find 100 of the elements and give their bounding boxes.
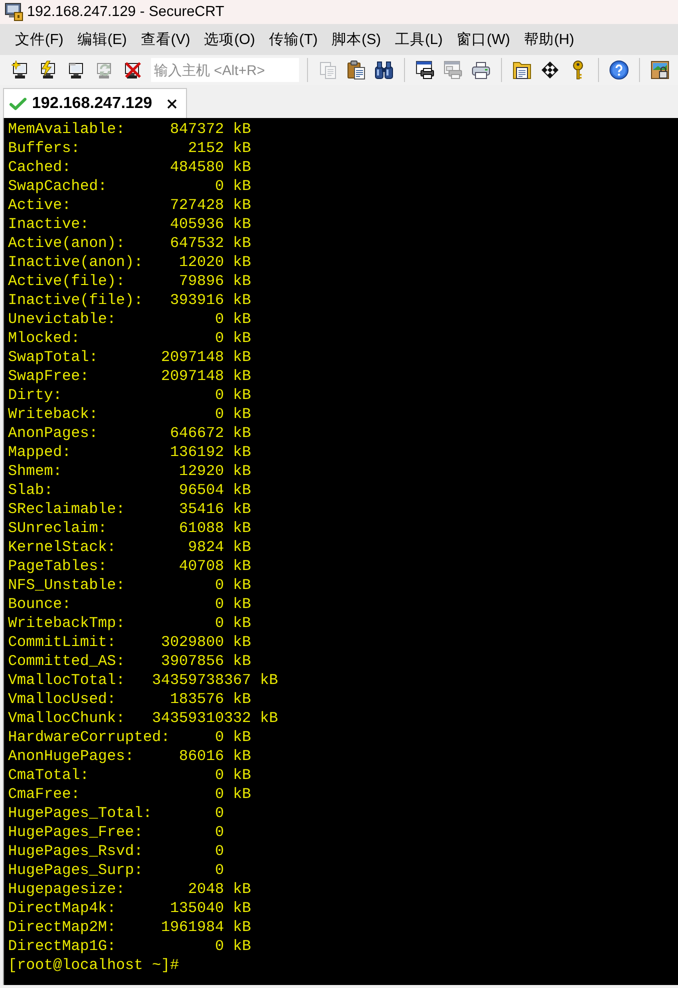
unit-label: kB bbox=[233, 310, 252, 329]
unit-label: kB bbox=[233, 595, 252, 614]
menu-item[interactable]: 帮助(H) bbox=[517, 26, 582, 53]
meminfo-key: Hugepagesize: bbox=[8, 881, 126, 898]
meminfo-value: 183576 bbox=[170, 690, 224, 709]
meminfo-value: 3907856 bbox=[161, 652, 224, 671]
meminfo-key: MemAvailable: bbox=[8, 121, 126, 138]
meminfo-value: 9824 bbox=[188, 538, 224, 557]
meminfo-key: Inactive(anon): bbox=[8, 254, 144, 271]
meminfo-value: 34359310332 bbox=[152, 709, 252, 728]
meminfo-value: 61088 bbox=[179, 519, 224, 538]
menu-item[interactable]: 选项(O) bbox=[197, 26, 262, 53]
meminfo-key: CommitLimit: bbox=[8, 634, 116, 651]
printer-icon bbox=[471, 60, 491, 80]
meminfo-key: Mlocked: bbox=[8, 330, 80, 347]
unit-label: kB bbox=[233, 576, 252, 595]
meminfo-key: HugePages_Free: bbox=[8, 824, 144, 841]
meminfo-value: 2097148 bbox=[161, 348, 224, 367]
folder-document-icon bbox=[512, 60, 532, 80]
meminfo-key: Active: bbox=[8, 197, 72, 214]
meminfo-key: SwapTotal: bbox=[8, 349, 98, 366]
session-tab[interactable]: 192.168.247.129 bbox=[3, 88, 188, 118]
meminfo-value: 2097148 bbox=[161, 367, 224, 386]
unit-label: kB bbox=[233, 462, 252, 481]
unit-label: kB bbox=[233, 500, 252, 519]
meminfo-key: WritebackTmp: bbox=[8, 615, 126, 632]
menu-item[interactable]: 工具(L) bbox=[388, 26, 450, 53]
meminfo-key: AnonHugePages: bbox=[8, 748, 134, 765]
meminfo-key: Shmem: bbox=[8, 463, 62, 480]
menu-item[interactable]: 传输(T) bbox=[262, 26, 325, 53]
meminfo-key: HugePages_Rsvd: bbox=[8, 843, 144, 860]
toolbar-button[interactable] bbox=[413, 58, 437, 82]
toolbar-button[interactable] bbox=[607, 58, 631, 82]
window-printer-icon bbox=[443, 60, 463, 80]
unit-label: kB bbox=[233, 633, 252, 652]
meminfo-value: 0 bbox=[215, 614, 224, 633]
meminfo-key: Inactive(file): bbox=[8, 292, 144, 309]
copy-icon bbox=[318, 60, 338, 80]
meminfo-key: CmaTotal: bbox=[8, 767, 90, 784]
meminfo-value: 0 bbox=[215, 728, 224, 747]
meminfo-value: 86016 bbox=[179, 747, 224, 766]
meminfo-value: 136192 bbox=[170, 443, 224, 462]
window-printer-icon bbox=[415, 60, 435, 80]
unit-label: kB bbox=[233, 652, 252, 671]
unit-label: kB bbox=[233, 557, 252, 576]
close-icon[interactable] bbox=[167, 98, 178, 108]
meminfo-value: 34359738367 bbox=[152, 671, 252, 690]
meminfo-key: Mapped: bbox=[8, 444, 72, 461]
meminfo-value: 3029800 bbox=[161, 633, 224, 652]
clipboard-icon bbox=[346, 60, 366, 80]
unit-label: kB bbox=[233, 747, 252, 766]
computer-lock-icon bbox=[5, 3, 23, 21]
menu-item[interactable]: 编辑(E) bbox=[70, 26, 134, 53]
meminfo-value: 0 bbox=[215, 823, 224, 842]
host-field[interactable]: 输入主机 <Alt+R> bbox=[151, 58, 299, 82]
meminfo-key: AnonPages: bbox=[8, 425, 98, 442]
meminfo-value: 35416 bbox=[179, 500, 224, 519]
menu-item[interactable]: 查看(V) bbox=[134, 26, 198, 53]
meminfo-key: DirectMap4k: bbox=[8, 900, 116, 917]
meminfo-key: PageTables: bbox=[8, 558, 108, 575]
unit-label: kB bbox=[233, 405, 252, 424]
unit-label: kB bbox=[233, 367, 252, 386]
meminfo-value: 0 bbox=[215, 785, 224, 804]
meminfo-value: 0 bbox=[215, 937, 224, 956]
unit-label: kB bbox=[233, 234, 252, 253]
menu-item[interactable]: 窗口(W) bbox=[450, 26, 518, 53]
unit-label: kB bbox=[233, 481, 252, 500]
meminfo-value: 2048 bbox=[188, 880, 224, 899]
meminfo-value: 12020 bbox=[179, 253, 224, 272]
meminfo-key: Active(anon): bbox=[8, 235, 126, 252]
meminfo-key: VmallocUsed: bbox=[8, 691, 116, 708]
unit-label: kB bbox=[233, 728, 252, 747]
meminfo-value: 1961984 bbox=[161, 918, 224, 937]
meminfo-value: 0 bbox=[215, 177, 224, 196]
meminfo-key: VmallocChunk: bbox=[8, 710, 126, 727]
meminfo-key: Cached: bbox=[8, 159, 72, 176]
computer-cross-icon bbox=[123, 60, 143, 80]
unit-label: kB bbox=[233, 918, 252, 937]
meminfo-key: Bounce: bbox=[8, 596, 72, 613]
unit-label: kB bbox=[233, 766, 252, 785]
meminfo-value: 0 bbox=[215, 595, 224, 614]
unit-label: kB bbox=[233, 443, 252, 462]
unit-label: kB bbox=[260, 709, 278, 728]
menu-item[interactable]: 文件(F) bbox=[8, 26, 71, 53]
meminfo-value: 0 bbox=[215, 804, 224, 823]
meminfo-value: 0 bbox=[215, 576, 224, 595]
meminfo-key: Dirty: bbox=[8, 387, 62, 404]
toolbar-button[interactable] bbox=[648, 58, 672, 82]
unit-label: kB bbox=[233, 272, 252, 291]
meminfo-key: Committed_AS: bbox=[8, 653, 126, 670]
meminfo-key: SReclaimable: bbox=[8, 501, 126, 518]
window-lock-icon bbox=[650, 60, 670, 80]
meminfo-key: DirectMap2M: bbox=[8, 919, 116, 936]
unit-label: kB bbox=[233, 614, 252, 633]
menu-item[interactable]: 脚本(S) bbox=[324, 26, 388, 53]
meminfo-value: 0 bbox=[215, 329, 224, 348]
meminfo-value: 40708 bbox=[179, 557, 224, 576]
unit-label: kB bbox=[233, 158, 252, 177]
unit-label: kB bbox=[233, 120, 252, 139]
meminfo-key: NFS_Unstable: bbox=[8, 577, 126, 594]
